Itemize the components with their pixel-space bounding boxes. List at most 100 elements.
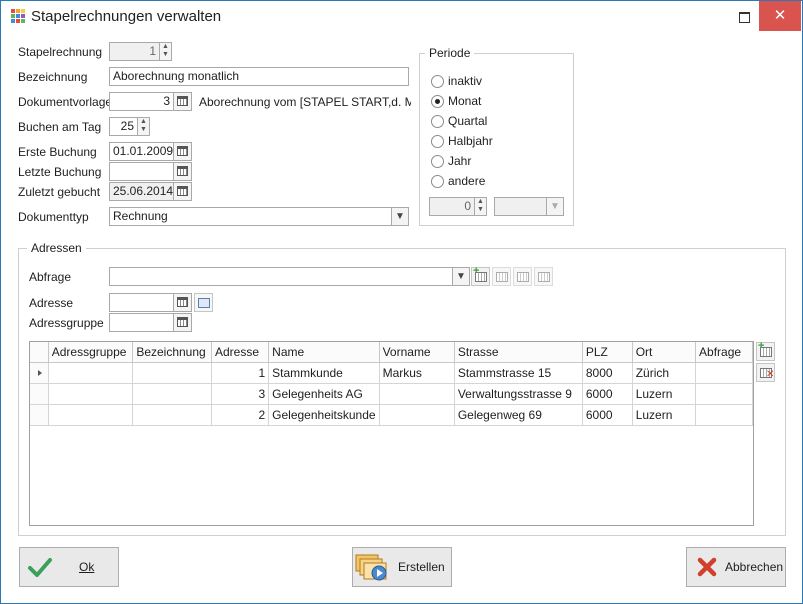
bezeichnung-label: Bezeichnung xyxy=(18,70,88,84)
maximize-button[interactable] xyxy=(729,1,759,31)
address-table: Adressgruppe Bezeichnung Adresse Name Vo… xyxy=(30,342,753,426)
cell-plz[interactable]: 8000 xyxy=(582,362,633,384)
cell-adresse[interactable]: 3 xyxy=(211,383,270,405)
calendar-icon xyxy=(177,297,188,307)
adresse-copy-button[interactable] xyxy=(194,293,213,312)
adresse-input[interactable] xyxy=(109,293,174,312)
table-row[interactable]: 3 Gelegenheits AG Verwaltungsstrasse 9 6… xyxy=(30,383,753,405)
stapelrechnung-spinner[interactable]: ▲ ▼ xyxy=(159,42,172,61)
adresse-lookup-button[interactable] xyxy=(173,293,192,312)
column-header[interactable]: Adressgruppe xyxy=(48,342,134,363)
plus-icon: + xyxy=(473,265,480,277)
cell-ort[interactable]: Zürich xyxy=(632,362,697,384)
row-indicator xyxy=(30,383,49,405)
add-query-button[interactable]: + xyxy=(471,265,490,286)
buchen-am-tag-input[interactable]: 25 xyxy=(109,117,138,136)
calendar-icon xyxy=(177,186,188,196)
cell-adressgruppe[interactable] xyxy=(48,383,134,405)
column-header[interactable]: Strasse xyxy=(454,342,583,363)
column-header[interactable]: PLZ xyxy=(582,342,633,363)
delete-query-button xyxy=(534,267,553,286)
erste-buchung-label: Erste Buchung xyxy=(18,145,97,159)
title-bar: Stapelrechnungen verwalten ✕ xyxy=(1,1,802,33)
cell-adressgruppe[interactable] xyxy=(48,404,134,426)
cell-adressgruppe[interactable] xyxy=(48,362,134,384)
calendar-icon xyxy=(177,166,188,176)
cell-ort[interactable]: Luzern xyxy=(632,404,697,426)
table-header-row: Adressgruppe Bezeichnung Adresse Name Vo… xyxy=(30,342,753,363)
copy-query-button xyxy=(492,267,511,286)
periode-unit-select xyxy=(494,197,547,216)
close-button[interactable]: ✕ xyxy=(759,1,801,31)
erste-buchung-calendar-button[interactable] xyxy=(173,142,192,161)
column-header[interactable]: Abfrage xyxy=(695,342,753,363)
column-header[interactable]: Bezeichnung xyxy=(132,342,212,363)
add-row-button[interactable]: + xyxy=(756,340,775,361)
abbrechen-button[interactable]: Abbrechen xyxy=(686,547,786,587)
column-header[interactable]: Name xyxy=(268,342,380,363)
delete-icon: ✕ xyxy=(766,369,775,380)
calendar-icon xyxy=(177,317,188,327)
close-icon: ✕ xyxy=(773,7,787,24)
column-header[interactable]: Vorname xyxy=(379,342,455,363)
letzte-buchung-input[interactable] xyxy=(109,162,174,181)
adressgruppe-lookup-button[interactable] xyxy=(173,313,192,332)
cell-name[interactable]: Gelegenheitskunde xyxy=(268,404,380,426)
erstellen-label: Erstellen xyxy=(398,560,445,574)
column-header[interactable]: Ort xyxy=(632,342,697,363)
letzte-buchung-label: Letzte Buchung xyxy=(18,165,102,179)
cell-bezeichnung[interactable] xyxy=(132,383,212,405)
dialog-window: Stapelrechnungen verwalten ✕ Stapelrechn… xyxy=(0,0,803,604)
cell-name[interactable]: Stammkunde xyxy=(268,362,380,384)
zuletzt-gebucht-label: Zuletzt gebucht xyxy=(18,185,101,199)
table-row[interactable]: 1 Stammkunde Markus Stammstrasse 15 8000… xyxy=(30,362,753,384)
dokumentvorlage-input[interactable]: 3 xyxy=(109,92,174,111)
erstellen-button[interactable]: Erstellen xyxy=(352,547,452,587)
bezeichnung-input[interactable]: Aborechnung monatlich xyxy=(109,67,409,86)
column-header[interactable]: Adresse xyxy=(211,342,270,363)
cell-vorname[interactable]: Markus xyxy=(379,362,455,384)
cell-vorname[interactable] xyxy=(379,383,455,405)
ok-button[interactable]: Ok xyxy=(19,547,119,587)
stapelrechnung-field[interactable]: 1 xyxy=(109,42,160,61)
cell-plz[interactable]: 6000 xyxy=(582,404,633,426)
address-grid[interactable]: Adressgruppe Bezeichnung Adresse Name Vo… xyxy=(29,341,754,526)
dokumentvorlage-label: Dokumentvorlage xyxy=(18,95,113,109)
stapelrechnung-label: Stapelrechnung xyxy=(18,45,103,59)
cell-adresse[interactable]: 2 xyxy=(211,404,270,426)
erste-buchung-input[interactable]: 01.01.2009 xyxy=(109,142,174,161)
cell-abfrage[interactable] xyxy=(695,383,753,405)
plus-icon: + xyxy=(758,340,765,352)
table-row[interactable]: 2 Gelegenheitskunde Gelegenweg 69 6000 L… xyxy=(30,404,753,426)
cell-bezeichnung[interactable] xyxy=(132,404,212,426)
chevron-down-icon[interactable]: ▼ xyxy=(391,207,409,226)
row-indicator xyxy=(30,404,49,426)
buchen-am-tag-spinner[interactable]: ▲ ▼ xyxy=(137,117,150,136)
cell-strasse[interactable]: Verwaltungsstrasse 9 xyxy=(454,383,583,405)
abfrage-select[interactable] xyxy=(109,267,453,286)
cell-name[interactable]: Gelegenheits AG xyxy=(268,383,380,405)
cell-adresse[interactable]: 1 xyxy=(211,362,270,384)
cell-abfrage[interactable] xyxy=(695,362,753,384)
cell-vorname[interactable] xyxy=(379,404,455,426)
cell-strasse[interactable]: Gelegenweg 69 xyxy=(454,404,583,426)
letzte-buchung-calendar-button[interactable] xyxy=(173,162,192,181)
dokumentvorlage-lookup-button[interactable] xyxy=(173,92,192,111)
maximize-icon xyxy=(738,12,750,23)
periode-count-field: 0 xyxy=(429,197,475,216)
cell-bezeichnung[interactable] xyxy=(132,362,212,384)
chevron-down-icon: ▼ xyxy=(546,197,564,216)
dokumenttyp-select[interactable]: Rechnung xyxy=(109,207,392,226)
cell-abfrage[interactable] xyxy=(695,404,753,426)
delete-row-button[interactable]: ✕ xyxy=(756,363,775,382)
cell-ort[interactable]: Luzern xyxy=(632,383,697,405)
cell-strasse[interactable]: Stammstrasse 15 xyxy=(454,362,583,384)
chevron-down-icon[interactable]: ▼ xyxy=(452,267,470,286)
cell-plz[interactable]: 6000 xyxy=(582,383,633,405)
zuletzt-gebucht-field: 25.06.2014 xyxy=(109,182,174,201)
adressgruppe-input[interactable] xyxy=(109,313,174,332)
grid-icon xyxy=(11,9,26,24)
dokumentvorlage-description: Aborechnung vom [STAPEL START,d. MM... xyxy=(199,95,411,109)
cancel-icon xyxy=(697,557,717,577)
buchen-am-tag-label: Buchen am Tag xyxy=(18,120,102,134)
